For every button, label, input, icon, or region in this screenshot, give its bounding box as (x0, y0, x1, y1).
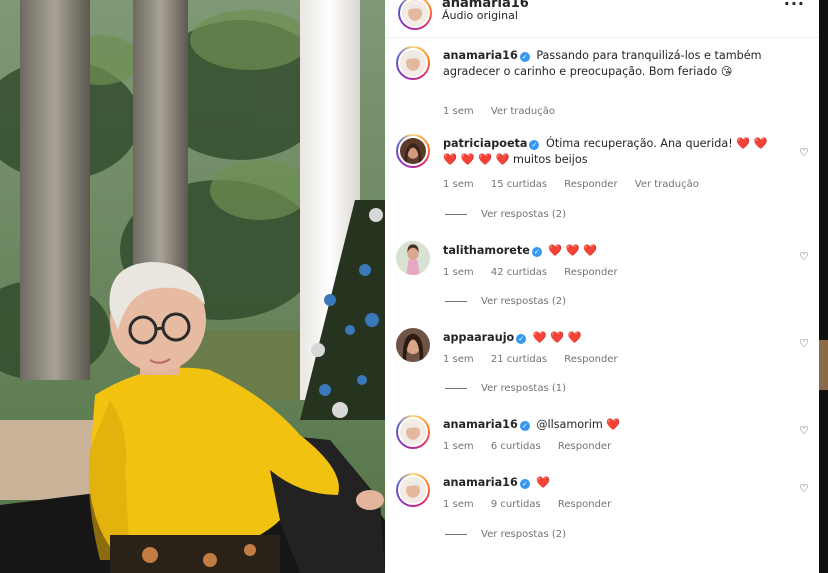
verified-badge-icon: ✓ (519, 52, 530, 62)
comment-text: ❤️ ❤️ ❤️ (532, 331, 582, 344)
like-count[interactable]: 42 curtidas (491, 267, 547, 278)
comment-username[interactable]: anamaria16 (443, 476, 518, 489)
replies-line (445, 533, 467, 535)
view-replies-label: Ver respostas (1) (481, 383, 567, 394)
comment-username[interactable]: patriciapoeta (443, 137, 527, 150)
heart-outline-icon[interactable]: ♡ (799, 424, 809, 437)
comment-username[interactable]: appaaraujo (443, 331, 514, 344)
heart-outline-icon[interactable]: ♡ (799, 146, 809, 159)
more-options-icon[interactable]: ··· (784, 0, 805, 13)
avatar[interactable] (396, 241, 430, 275)
comments-panel: anamaria16 Áudio original ··· anamaria16… (385, 0, 819, 573)
reply-button[interactable]: Responder (558, 441, 611, 452)
comment-username[interactable]: anamaria16 (443, 49, 518, 62)
comment-time[interactable]: 1 sem (443, 267, 474, 278)
view-replies-button[interactable]: Ver respostas (2) (445, 529, 566, 540)
avatar[interactable] (396, 415, 430, 449)
comment-username[interactable]: talithamorete (443, 244, 530, 257)
reply-button[interactable]: Responder (564, 179, 617, 190)
heart-outline-icon[interactable]: ♡ (799, 250, 809, 263)
replies-line (445, 387, 467, 389)
post-header: anamaria16 Áudio original ··· (385, 0, 819, 38)
adjacent-content-highlight (819, 340, 828, 390)
replies-line (445, 213, 467, 215)
verified-badge-icon: ✓ (516, 334, 527, 344)
audio-label[interactable]: Áudio original (442, 9, 518, 22)
reply-button[interactable]: Responder (558, 499, 611, 510)
verified-badge-icon: ✓ (529, 140, 540, 150)
view-replies-button[interactable]: Ver respostas (1) (445, 383, 566, 394)
view-replies-button[interactable]: Ver respostas (2) (445, 296, 566, 307)
avatar[interactable] (396, 46, 430, 80)
comment-time[interactable]: 1 sem (443, 106, 474, 117)
heart-outline-icon[interactable]: ♡ (799, 337, 809, 350)
view-replies-label: Ver respostas (2) (481, 529, 567, 540)
comment-text: @llsamorim ❤️ (536, 418, 621, 431)
comment-time[interactable]: 1 sem (443, 179, 474, 190)
comment-text: ❤️ ❤️ ❤️ (548, 244, 598, 257)
post-author-avatar[interactable] (398, 0, 432, 30)
comment-time[interactable]: 1 sem (443, 499, 474, 510)
like-count[interactable]: 9 curtidas (491, 499, 541, 510)
comment-time[interactable]: 1 sem (443, 441, 474, 452)
avatar[interactable] (396, 134, 430, 168)
comment-time[interactable]: 1 sem (443, 354, 474, 365)
view-replies-label: Ver respostas (2) (481, 296, 567, 307)
translate-link[interactable]: Ver tradução (491, 106, 555, 117)
verified-badge-icon: ✓ (519, 479, 530, 489)
reply-button[interactable]: Responder (564, 267, 617, 278)
view-replies-button[interactable]: Ver respostas (2) (445, 209, 566, 220)
video-frame-image (0, 0, 385, 573)
replies-line (445, 300, 467, 302)
comment-text: ❤️ (536, 476, 551, 489)
view-replies-label: Ver respostas (2) (481, 209, 567, 220)
avatar[interactable] (396, 328, 430, 362)
comment-username[interactable]: anamaria16 (443, 418, 518, 431)
adjacent-content-strip (819, 0, 828, 573)
avatar[interactable] (396, 473, 430, 507)
like-count[interactable]: 6 curtidas (491, 441, 541, 452)
post-media[interactable] (0, 0, 385, 573)
like-count[interactable]: 15 curtidas (491, 179, 547, 190)
reply-button[interactable]: Responder (564, 354, 617, 365)
heart-outline-icon[interactable]: ♡ (799, 482, 809, 495)
verified-badge-icon: ✓ (531, 247, 542, 257)
verified-badge-icon: ✓ (519, 421, 530, 431)
translate-link[interactable]: Ver tradução (635, 179, 699, 190)
like-count[interactable]: 21 curtidas (491, 354, 547, 365)
